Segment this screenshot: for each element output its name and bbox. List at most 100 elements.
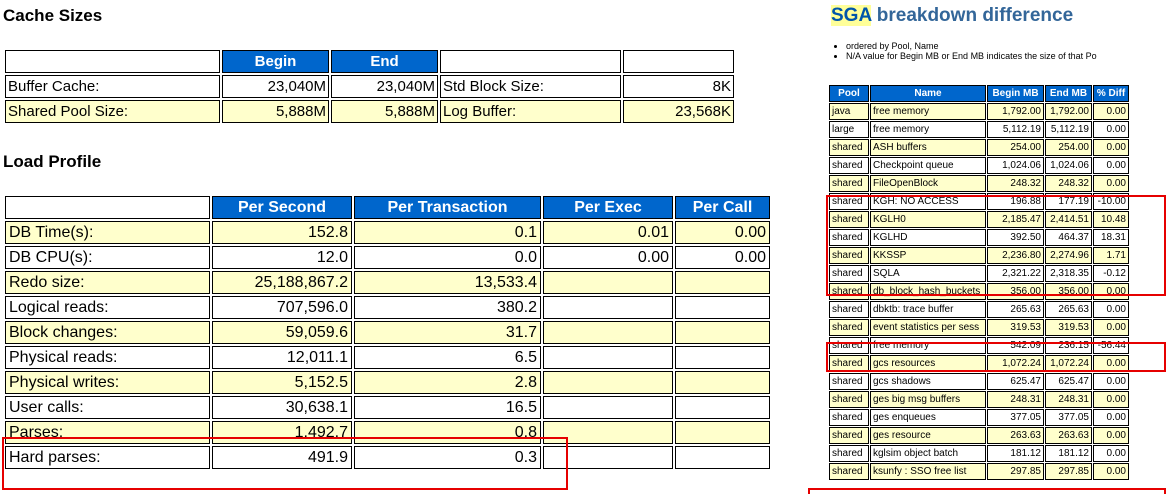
pct-diff-cell: 0.00 (1093, 445, 1129, 462)
per-call-value: 0.00 (675, 221, 770, 244)
end-mb-cell: 356.00 (1045, 283, 1092, 300)
name-cell: free memory (870, 103, 986, 120)
per-exec-value (543, 371, 673, 394)
header-pct-diff: % Diff (1093, 85, 1129, 102)
begin-mb-cell: 356.00 (987, 283, 1044, 300)
sga-note: ordered by Pool, Name (846, 41, 1097, 51)
name-cell: db_block_hash_buckets (870, 283, 986, 300)
name-cell: FileOpenBlock (870, 175, 986, 192)
metric-label: Block changes: (5, 321, 210, 344)
cache-sizes-row: Shared Pool Size: 5,888M 5,888M Log Buffer:… (5, 100, 734, 123)
pool-cell: shared (829, 139, 869, 156)
begin-mb-cell: 248.31 (987, 391, 1044, 408)
name-cell: KGLHD (870, 229, 986, 246)
header-per-second: Per Second (212, 196, 352, 219)
metric-label: Logical reads: (5, 296, 210, 319)
pool-cell: shared (829, 355, 869, 372)
pct-diff-cell: 10.48 (1093, 211, 1129, 228)
name-cell: SQLA (870, 265, 986, 282)
per-exec-value (543, 421, 673, 444)
pool-cell: large (829, 121, 869, 138)
pool-cell: shared (829, 229, 869, 246)
pct-diff-cell: 0.00 (1093, 319, 1129, 336)
header-pool: Pool (829, 85, 869, 102)
pool-cell: shared (829, 283, 869, 300)
load-profile-row: Hard parses: 491.9 0.3 (5, 446, 770, 469)
end-mb-cell: 177.19 (1045, 193, 1092, 210)
begin-mb-cell: 254.00 (987, 139, 1044, 156)
cache-sizes-title: Cache Sizes (3, 6, 103, 25)
header-per-transaction: Per Transaction (354, 196, 541, 219)
header-per-call: Per Call (675, 196, 770, 219)
begin-mb-cell: 377.05 (987, 409, 1044, 426)
per-call-value (675, 321, 770, 344)
sga-row: shared Checkpoint queue 1,024.06 1,024.06 0.… (829, 157, 1129, 174)
begin-mb-cell: 392.50 (987, 229, 1044, 246)
per-transaction-value: 13,533.4 (354, 271, 541, 294)
pct-diff-cell: 0.00 (1093, 409, 1129, 426)
begin-mb-cell: 5,112.19 (987, 121, 1044, 138)
sga-breakdown-table: Pool Name Begin MB End MB % Diff java fre… (828, 84, 1130, 481)
pct-diff-cell: 0.00 (1093, 391, 1129, 408)
end-mb-cell: 2,274.96 (1045, 247, 1092, 264)
name-cell: gcs resources (870, 355, 986, 372)
per-second-value: 12,011.1 (212, 346, 352, 369)
per-exec-value (543, 396, 673, 419)
load-profile-row: Physical writes: 5,152.5 2.8 (5, 371, 770, 394)
header-blank (623, 50, 734, 73)
begin-mb-cell: 625.47 (987, 373, 1044, 390)
name-cell: ges resource (870, 427, 986, 444)
pct-diff-cell: 0.00 (1093, 373, 1129, 390)
row-label: Buffer Cache: (5, 75, 220, 98)
pct-diff-cell: 0.00 (1093, 301, 1129, 318)
end-mb-cell: 1,072.24 (1045, 355, 1092, 372)
pct-diff-cell: 0.00 (1093, 157, 1129, 174)
begin-mb-cell: 263.63 (987, 427, 1044, 444)
cache-sizes-row: Buffer Cache: 23,040M 23,040M Std Block Siz… (5, 75, 734, 98)
pct-diff-cell: 18.31 (1093, 229, 1129, 246)
pool-cell: shared (829, 193, 869, 210)
per-exec-value (543, 446, 673, 469)
begin-mb-cell: 319.53 (987, 319, 1044, 336)
row-label-2: Log Buffer: (440, 100, 621, 123)
per-call-value (675, 346, 770, 369)
name-cell: KGLH0 (870, 211, 986, 228)
per-transaction-value: 6.5 (354, 346, 541, 369)
sga-header-row: Pool Name Begin MB End MB % Diff (829, 85, 1129, 102)
metric-label: DB CPU(s): (5, 246, 210, 269)
metric-label: User calls: (5, 396, 210, 419)
bottom-highlight-box (808, 488, 1166, 494)
begin-mb-cell: 2,321.22 (987, 265, 1044, 282)
load-profile-row: Block changes: 59,059.6 31.7 (5, 321, 770, 344)
pct-diff-cell: 0.00 (1093, 283, 1129, 300)
sga-row: shared db_block_hash_buckets 356.00 356.00 0… (829, 283, 1129, 300)
sga-title-rest: breakdown difference (871, 5, 1074, 26)
begin-mb-cell: 297.85 (987, 463, 1044, 480)
per-call-value (675, 371, 770, 394)
name-cell: free memory (870, 121, 986, 138)
pool-cell: shared (829, 337, 869, 354)
per-exec-value (543, 321, 673, 344)
sga-breakdown-title: SGA breakdown difference (831, 5, 1073, 27)
name-cell: KKSSP (870, 247, 986, 264)
end-mb-cell: 5,112.19 (1045, 121, 1092, 138)
begin-mb-cell: 2,185.47 (987, 211, 1044, 228)
metric-label: Redo size: (5, 271, 210, 294)
sga-row: shared ASH buffers 254.00 254.00 0.00 (829, 139, 1129, 156)
sga-row: shared dbktb: trace buffer 265.63 265.63 0.0… (829, 301, 1129, 318)
pool-cell: shared (829, 463, 869, 480)
pct-diff-cell: 0.00 (1093, 139, 1129, 156)
end-mb-cell: 377.05 (1045, 409, 1092, 426)
per-second-value: 30,638.1 (212, 396, 352, 419)
sga-row: shared free memory 542.09 236.15 -56.44 (829, 337, 1129, 354)
pool-cell: shared (829, 175, 869, 192)
per-second-value: 1,492.7 (212, 421, 352, 444)
sga-row: shared gcs shadows 625.47 625.47 0.00 (829, 373, 1129, 390)
begin-value: 23,040M (222, 75, 329, 98)
per-second-value: 12.0 (212, 246, 352, 269)
header-per-exec: Per Exec (543, 196, 673, 219)
per-exec-value (543, 346, 673, 369)
end-mb-cell: 297.85 (1045, 463, 1092, 480)
pool-cell: java (829, 103, 869, 120)
end-mb-cell: 265.63 (1045, 301, 1092, 318)
